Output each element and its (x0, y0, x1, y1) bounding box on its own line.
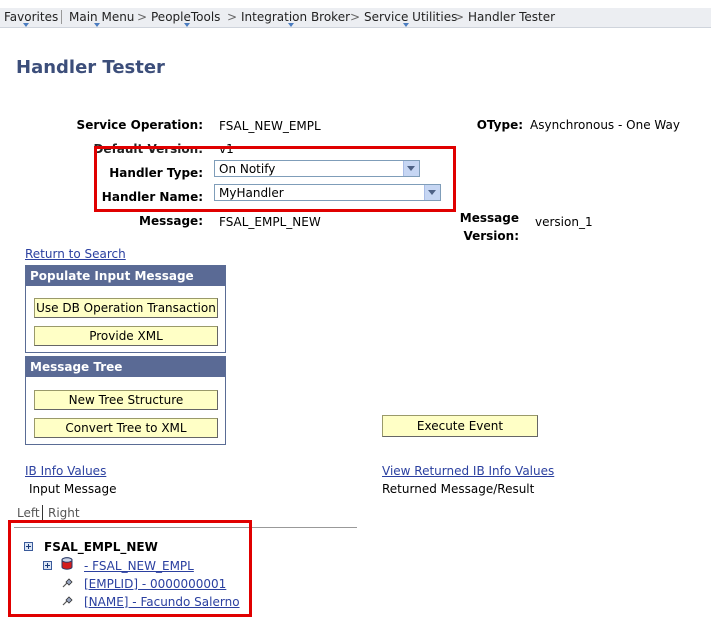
use-db-operation-transaction-button[interactable]: Use DB Operation Transaction (34, 298, 218, 318)
input-message-label: Input Message (29, 482, 117, 496)
nav-divider (61, 10, 62, 24)
populate-panel-title: Populate Input Message (26, 266, 225, 286)
returned-message-label: Returned Message/Result (382, 482, 535, 496)
expand-icon[interactable] (43, 561, 52, 570)
field-node-link-emplid[interactable]: [EMPLID] - 0000000001 (84, 577, 226, 591)
message-value: FSAL_EMPL_NEW (219, 215, 321, 229)
breadcrumb-nav: Favorites Main Menu > PeopleTools > Inte… (0, 8, 711, 28)
convert-tree-to-xml-button[interactable]: Convert Tree to XML (34, 418, 218, 438)
nav-peopletools-dropdown-icon[interactable] (184, 23, 190, 27)
ib-info-values-link[interactable]: IB Info Values (25, 464, 106, 478)
nav-service-utilities-dropdown-icon[interactable] (403, 23, 409, 27)
nav-favorites[interactable]: Favorites (4, 10, 58, 24)
message-version-value: version_1 (535, 215, 593, 229)
nav-separator: > (137, 10, 148, 24)
message-version-label: Version: (463, 229, 519, 243)
return-to-search-link[interactable]: Return to Search (25, 247, 126, 261)
message-version-label: Message (459, 211, 519, 225)
new-tree-structure-button[interactable]: New Tree Structure (34, 390, 218, 410)
tab-left[interactable]: Left (17, 506, 40, 520)
service-operation-label: Service Operation: (76, 118, 203, 132)
expand-icon[interactable] (24, 542, 33, 551)
tree-root-node: FSAL_EMPL_NEW (44, 540, 158, 554)
field-node-link-name[interactable]: [NAME] - Facundo Salerno (84, 595, 240, 609)
database-icon (61, 557, 73, 570)
provide-xml-button[interactable]: Provide XML (34, 326, 218, 346)
otype-value: Asynchronous - One Way (530, 118, 680, 132)
message-label: Message: (139, 214, 203, 228)
nav-separator: > (350, 10, 361, 24)
page-title: Handler Tester (16, 57, 165, 78)
message-tree-panel-title: Message Tree (26, 357, 225, 377)
otype-label: OType: (476, 118, 523, 132)
populate-input-message-panel: Populate Input Message Use DB Operation … (25, 265, 226, 353)
field-icon (62, 596, 73, 606)
nav-main-menu[interactable]: Main Menu (69, 10, 134, 24)
field-icon (62, 578, 73, 588)
nav-integration-broker-dropdown-icon[interactable] (288, 23, 294, 27)
nav-integration-broker[interactable]: Integration Broker (241, 10, 350, 24)
execute-event-button[interactable]: Execute Event (382, 415, 538, 437)
tab-right[interactable]: Right (48, 506, 80, 520)
view-returned-ib-info-values-link[interactable]: View Returned IB Info Values (382, 464, 554, 478)
tab-divider (42, 505, 43, 520)
nav-peopletools[interactable]: PeopleTools (151, 10, 220, 24)
nav-main-menu-dropdown-icon[interactable] (94, 23, 100, 27)
nav-separator: > (227, 10, 238, 24)
highlight-box (94, 146, 456, 212)
nav-favorites-dropdown-icon[interactable] (23, 23, 29, 27)
record-node-link[interactable]: - FSAL_NEW_EMPL (84, 559, 194, 573)
nav-service-utilities[interactable]: Service Utilities (364, 10, 457, 24)
service-operation-value: FSAL_NEW_EMPL (219, 119, 321, 133)
message-tree-panel: Message Tree New Tree Structure Convert … (25, 356, 226, 445)
nav-separator: > (454, 10, 465, 24)
nav-handler-tester[interactable]: Handler Tester (468, 10, 555, 24)
